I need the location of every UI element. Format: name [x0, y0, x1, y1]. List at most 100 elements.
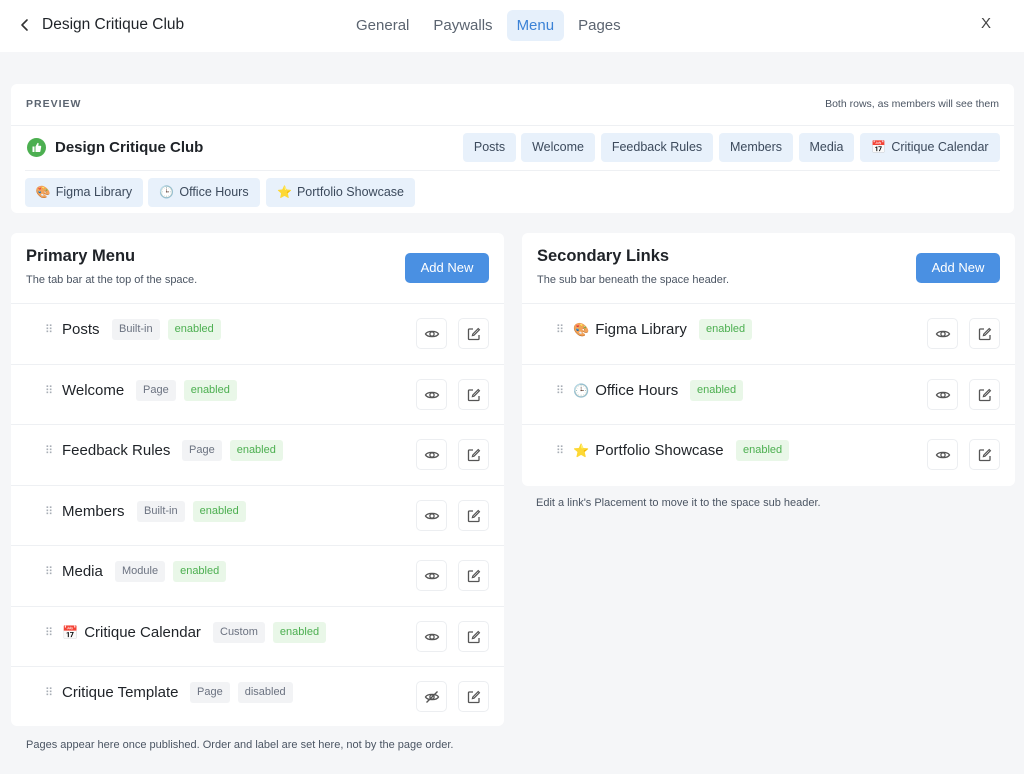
edit-icon[interactable] [458, 620, 489, 652]
type-badge: Custom [213, 621, 265, 643]
thumbs-up-icon [27, 138, 46, 157]
menu-row: ⠿ Members Built-in enabled [11, 484, 504, 546]
tab-menu[interactable]: Menu [506, 10, 565, 41]
type-badge: Page [182, 440, 222, 461]
preview-secondary-chip[interactable]: 🎨 Figma Library [25, 178, 143, 207]
row-label: 🕒 Office Hours [573, 382, 678, 399]
drag-handle-icon[interactable]: ⠿ [45, 565, 53, 578]
row-label: Feedback Rules [62, 442, 170, 459]
back-chevron-icon[interactable] [17, 14, 33, 36]
edit-icon[interactable] [969, 318, 1000, 349]
emoji-icon: 🕒 [573, 382, 590, 398]
drag-handle-icon[interactable]: ⠿ [45, 384, 53, 397]
secondary-links-list: ⠿ 🎨 Figma Library enabled ⠿ 🕒 Office Hours enab… [522, 303, 1015, 485]
row-label: Critique Template [62, 684, 178, 701]
preview-space-name: Design Critique Club [55, 139, 204, 156]
preview-primary-chip[interactable]: Media [799, 133, 854, 162]
eye-off-icon[interactable] [416, 681, 447, 712]
add-new-primary-button[interactable]: Add New [405, 253, 489, 283]
row-badges: Custom enabled [213, 621, 327, 643]
drag-handle-icon[interactable]: ⠿ [556, 444, 564, 457]
eye-icon[interactable] [416, 378, 447, 410]
preview-label: PREVIEW [26, 98, 82, 110]
status-badge: enabled [173, 561, 227, 582]
space-title: Design Critique Club [42, 16, 185, 33]
close-button[interactable]: X [981, 15, 991, 32]
drag-handle-icon[interactable]: ⠿ [45, 626, 53, 639]
row-label: 📅 Critique Calendar [62, 624, 201, 641]
row-label-text: Figma Library [595, 321, 687, 338]
panel-title: Primary Menu [26, 247, 136, 265]
drag-handle-icon[interactable]: ⠿ [556, 384, 564, 397]
row-label-text: Members [62, 502, 125, 520]
row-label: Members [62, 503, 125, 520]
menu-row: ⠿ Welcome Page enabled [11, 363, 504, 425]
edit-icon[interactable] [969, 378, 1000, 410]
status-badge: enabled [167, 319, 221, 340]
preview-primary-chip[interactable]: Posts [463, 133, 516, 162]
drag-handle-icon[interactable]: ⠿ [45, 505, 53, 518]
preview-primary-chip[interactable]: 📅 Critique Calendar [860, 133, 1000, 162]
tab-pages[interactable]: Pages [568, 10, 631, 41]
preview-secondary-chip[interactable]: ⭐ Portfolio Showcase [266, 178, 415, 207]
eye-icon[interactable] [927, 439, 958, 470]
chip-label: Media [809, 140, 844, 154]
edit-icon[interactable] [458, 378, 489, 410]
emoji-icon: 🎨 [573, 322, 590, 337]
preview-secondary-chip[interactable]: 🕒 Office Hours [148, 178, 260, 207]
row-badges: enabled [699, 319, 753, 340]
secondary-footnote: Edit a link's Placement to move it to th… [536, 497, 821, 509]
eye-icon[interactable] [927, 318, 958, 349]
divider [11, 125, 1014, 126]
tab-paywalls[interactable]: Paywalls [423, 10, 502, 41]
menu-row: ⠿ Feedback Rules Page enabled [11, 424, 504, 485]
panel-subtitle: The tab bar at the top of the space. [26, 274, 198, 286]
edit-icon[interactable] [458, 681, 489, 712]
add-new-secondary-button[interactable]: Add New [916, 253, 1000, 283]
top-bar: Design Critique Club General Paywalls Me… [0, 0, 1024, 52]
preview-primary-chip[interactable]: Welcome [521, 133, 595, 162]
row-badges: Built-in enabled [112, 319, 221, 340]
row-label: Posts [62, 321, 100, 338]
secondary-links-panel: Secondary Links The sub bar beneath the … [522, 233, 1015, 486]
chip-label: Posts [473, 140, 506, 154]
edit-icon[interactable] [458, 560, 489, 591]
chip-label: Portfolio Showcase [296, 185, 404, 199]
chip-label: Office Hours [179, 185, 249, 199]
eye-icon[interactable] [416, 620, 447, 652]
eye-icon[interactable] [927, 378, 958, 410]
row-label: Media [62, 563, 103, 580]
chip-label: Feedback Rules [611, 140, 703, 154]
type-badge: Built-in [137, 500, 185, 522]
row-badges: Page disabled [190, 682, 293, 703]
status-badge: enabled [699, 319, 753, 340]
status-badge: enabled [690, 379, 744, 401]
menu-row: ⠿ 🕒 Office Hours enabled [522, 363, 1015, 425]
row-label-text: Office Hours [595, 381, 679, 399]
drag-handle-icon[interactable]: ⠿ [556, 323, 564, 336]
menu-row: ⠿ Posts Built-in enabled [11, 303, 504, 364]
menu-row: ⠿ Critique Template Page disabled [11, 666, 504, 727]
preview-primary-chip[interactable]: Members [719, 133, 793, 162]
preview-primary-chip[interactable]: Feedback Rules [601, 133, 713, 162]
row-label-text: Critique Calendar [84, 623, 201, 641]
drag-handle-icon[interactable]: ⠿ [45, 686, 53, 699]
row-badges: enabled [736, 440, 790, 461]
eye-icon[interactable] [416, 499, 447, 531]
edit-icon[interactable] [458, 439, 489, 470]
edit-icon[interactable] [458, 499, 489, 531]
edit-icon[interactable] [458, 318, 489, 349]
eye-icon[interactable] [416, 560, 447, 591]
eye-icon[interactable] [416, 439, 447, 470]
row-badges: Built-in enabled [137, 500, 246, 522]
type-badge: Page [190, 682, 230, 703]
type-badge: Module [115, 561, 166, 582]
primary-menu-panel: Primary Menu The tab bar at the top of t… [11, 233, 504, 726]
drag-handle-icon[interactable]: ⠿ [45, 323, 53, 336]
drag-handle-icon[interactable]: ⠿ [45, 444, 53, 457]
edit-icon[interactable] [969, 439, 1000, 470]
chip-label: Critique Calendar [891, 140, 989, 154]
eye-icon[interactable] [416, 318, 447, 349]
tab-general[interactable]: General [346, 10, 419, 41]
emoji-icon: ⭐ [277, 185, 292, 199]
